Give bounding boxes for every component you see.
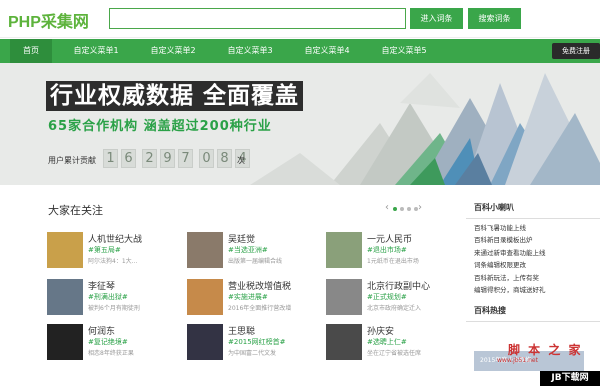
card-tag[interactable]: #退出市场# bbox=[367, 245, 407, 255]
card-thumbnail bbox=[47, 324, 83, 360]
card-title[interactable]: 营业税改增值税 bbox=[228, 279, 291, 292]
counter-digit: 9 bbox=[160, 149, 175, 168]
card-thumbnail bbox=[326, 279, 362, 315]
card-tag[interactable]: #选聘上仁# bbox=[367, 337, 407, 347]
card-desc: 为中国富二代文发 bbox=[228, 350, 277, 357]
card-thumbnail bbox=[187, 324, 223, 360]
card-thumbnail bbox=[187, 232, 223, 268]
nav-menu-5[interactable]: 自定义菜单5 bbox=[370, 39, 438, 63]
card-title[interactable]: 王思聪 bbox=[228, 324, 255, 337]
card-thumbnail bbox=[326, 324, 362, 360]
card-tag[interactable]: #复记绝境# bbox=[88, 337, 128, 347]
counter-digit: 1 bbox=[103, 149, 118, 168]
search-input[interactable] bbox=[109, 8, 406, 29]
hero-banner: 行业权威数据 全面覆盖 65家合作机构 涵盖超过200种行业 用户累计贡献 1 … bbox=[0, 63, 600, 185]
featured-card[interactable]: 李征琴 #刑满出狱# 被判6个月有期徒刑 bbox=[47, 279, 177, 321]
register-button[interactable]: 免费注册 bbox=[552, 43, 600, 59]
card-desc: 出版第一届编辑合线 bbox=[228, 258, 283, 265]
counter-digit: 2 bbox=[142, 149, 157, 168]
watermark-url: www.jb51.net bbox=[497, 357, 538, 364]
banner-headline: 行业权威数据 全面覆盖 bbox=[46, 81, 304, 111]
card-title[interactable]: 何润东 bbox=[88, 324, 115, 337]
nav-menu-2[interactable]: 自定义菜单2 bbox=[139, 39, 207, 63]
logo-php: PHP bbox=[8, 14, 41, 31]
nav-menu-3[interactable]: 自定义菜单3 bbox=[216, 39, 284, 63]
featured-card[interactable]: 孙庆安 #选聘上仁# 坐在辽宁省被选任席 bbox=[326, 324, 456, 366]
card-tag[interactable]: #第五局# bbox=[88, 245, 121, 255]
hot-search-title: 百科热搜 bbox=[466, 299, 600, 323]
counter-label: 用户累计贡献 bbox=[48, 156, 96, 165]
counter-digit: 8 bbox=[217, 149, 232, 168]
card-thumbnail bbox=[47, 279, 83, 315]
featured-card[interactable]: 何润东 #复记绝境# 相恋8年终获正果 bbox=[47, 324, 177, 366]
carousel-dot[interactable] bbox=[400, 207, 404, 211]
site-logo[interactable]: PHP采集网 bbox=[8, 8, 89, 32]
carousel-prev-icon[interactable]: ‹ bbox=[385, 202, 389, 213]
card-thumbnail bbox=[326, 232, 362, 268]
enter-entry-button[interactable]: 进入词条 bbox=[410, 8, 463, 29]
news-item[interactable]: 编辑得积分，商城送好礼 bbox=[474, 284, 592, 296]
counter-digit: 6 bbox=[121, 149, 136, 168]
card-desc: 2016年全面推行营改增 bbox=[228, 305, 292, 312]
card-desc: 北京市政府确定迁入 bbox=[367, 305, 422, 312]
carousel-dots bbox=[393, 207, 418, 211]
banner-subline: 65家合作机构 涵盖超过200种行业 bbox=[48, 119, 272, 134]
card-tag[interactable]: #实施进展# bbox=[228, 292, 268, 302]
nav-home[interactable]: 首页 bbox=[10, 39, 52, 63]
search-entry-button[interactable]: 搜索词条 bbox=[468, 8, 521, 29]
card-desc: 相恋8年终获正果 bbox=[88, 350, 134, 357]
counter-digit: 0 bbox=[199, 149, 214, 168]
main-nav: 首页 自定义菜单1 自定义菜单2 自定义菜单3 自定义菜单4 自定义菜单5 免费… bbox=[0, 39, 600, 63]
card-title[interactable]: 吴廷觉 bbox=[228, 232, 255, 245]
card-title[interactable]: 北京行政副中心 bbox=[367, 279, 430, 292]
card-tag[interactable]: #2015网红榜首# bbox=[228, 337, 286, 347]
contribution-counter: 1 6 2 9 7 0 8 4 bbox=[103, 149, 250, 168]
card-title[interactable]: 一元人民币 bbox=[367, 232, 412, 245]
carousel-dot[interactable] bbox=[393, 207, 397, 211]
card-desc: 坐在辽宁省被选任席 bbox=[367, 350, 422, 357]
counter-unit: 次 bbox=[237, 156, 245, 165]
news-item[interactable]: 来通过新审查看功能上线 bbox=[474, 247, 592, 259]
download-site-badge: JB下载网 bbox=[540, 371, 600, 386]
card-tag[interactable]: #刑满出狱# bbox=[88, 292, 128, 302]
carousel-next-icon[interactable]: › bbox=[418, 202, 422, 213]
featured-card[interactable]: 王思聪 #2015网红榜首# 为中国富二代文发 bbox=[187, 324, 317, 366]
news-item[interactable]: 词条编辑权限更改 bbox=[474, 259, 592, 271]
watermark-logo: 脚 本 之 家 bbox=[508, 343, 583, 357]
featured-card[interactable]: 北京行政副中心 #正式规划# 北京市政府确定迁入 bbox=[326, 279, 456, 321]
featured-section-title: 大家在关注 bbox=[48, 204, 103, 217]
carousel-dot[interactable] bbox=[407, 207, 411, 211]
logo-cn: 采集网 bbox=[40, 14, 89, 31]
news-item[interactable]: 百科飞暑功能上线 bbox=[474, 222, 592, 234]
news-list: 百科飞暑功能上线 百科新目录模板出炉 来通过新审查看功能上线 词条编辑权限更改 … bbox=[466, 219, 600, 299]
card-desc: 阿尔法狗4：1大... bbox=[88, 258, 138, 265]
news-item[interactable]: 百科新目录模板出炉 bbox=[474, 234, 592, 246]
card-thumbnail bbox=[47, 232, 83, 268]
site-header: PHP采集网 进入词条 搜索词条 bbox=[0, 0, 600, 38]
news-item[interactable]: 百科新玩法，上传有奖 bbox=[474, 272, 592, 284]
card-title[interactable]: 人机世纪大战 bbox=[88, 232, 142, 245]
nav-menu-1[interactable]: 自定义菜单1 bbox=[62, 39, 130, 63]
nav-menu-4[interactable]: 自定义菜单4 bbox=[293, 39, 361, 63]
featured-card[interactable]: 人机世纪大战 #第五局# 阿尔法狗4：1大... bbox=[47, 232, 177, 274]
card-tag[interactable]: #当选亚洲# bbox=[228, 245, 268, 255]
card-desc: 1元纸币在退出市场 bbox=[367, 258, 419, 265]
news-title: 百科小喇叭 bbox=[466, 196, 600, 219]
card-tag[interactable]: #正式规划# bbox=[367, 292, 407, 302]
featured-card[interactable]: 一元人民币 #退出市场# 1元纸币在退出市场 bbox=[326, 232, 456, 274]
card-thumbnail bbox=[187, 279, 223, 315]
featured-card[interactable]: 营业税改增值税 #实施进展# 2016年全面推行营改增 bbox=[187, 279, 317, 321]
card-title[interactable]: 李征琴 bbox=[88, 279, 115, 292]
featured-card[interactable]: 吴廷觉 #当选亚洲# 出版第一届编辑合线 bbox=[187, 232, 317, 274]
card-title[interactable]: 孙庆安 bbox=[367, 324, 394, 337]
sidebar: 百科小喇叭 百科飞暑功能上线 百科新目录模板出炉 来通过新审查看功能上线 词条编… bbox=[466, 196, 600, 323]
card-desc: 被判6个月有期徒刑 bbox=[88, 305, 140, 312]
counter-digit: 7 bbox=[178, 149, 193, 168]
